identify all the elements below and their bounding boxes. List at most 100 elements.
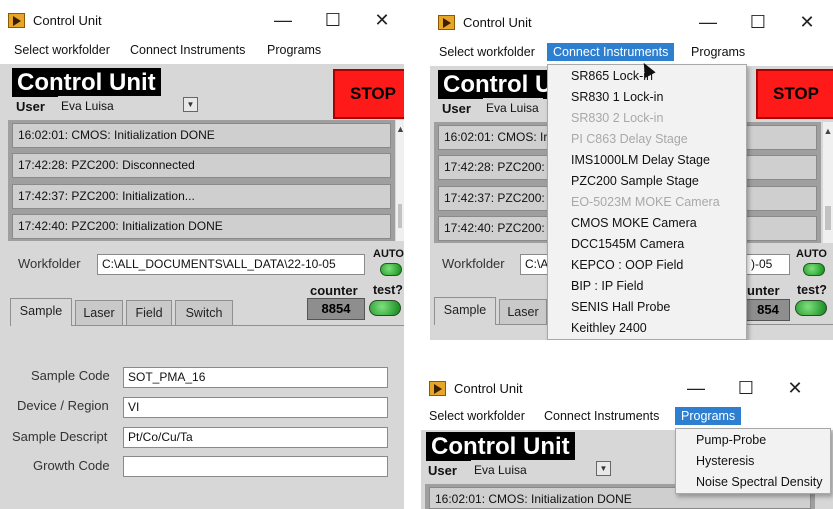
counter-label: unter [747, 283, 780, 298]
tab-field[interactable]: Field [126, 300, 172, 326]
menu-select-workfolder[interactable]: Select workfolder [10, 43, 114, 57]
menu-bar: Select workfolder Connect Instruments Pr… [430, 40, 833, 66]
test-label: test? [797, 283, 827, 297]
maximize-icon[interactable]: ☐ [743, 10, 773, 34]
menu-item-eo5023m: EO-5023M MOKE Camera [571, 195, 720, 209]
workfolder-label: Workfolder [18, 256, 81, 271]
programs-menu: Pump-Probe Hysteresis Noise Spectral Den… [675, 428, 831, 494]
auto-led-indicator[interactable] [380, 263, 402, 276]
device-region-field[interactable]: VI [123, 397, 388, 418]
maximize-icon[interactable]: ☐ [731, 376, 761, 400]
tab-laser[interactable]: Laser [75, 300, 123, 326]
counter-label: counter [310, 283, 358, 298]
workfolder-label: Workfolder [442, 256, 505, 271]
close-icon[interactable]: ✕ [792, 10, 822, 34]
menu-item-noise-spectral-density[interactable]: Noise Spectral Density [696, 475, 822, 489]
log-list: 16:02:01: CMOS: Initialization DONE 17:4… [8, 120, 395, 241]
menu-item-sr830-2: SR830 2 Lock-in [571, 111, 664, 125]
menu-connect-instruments[interactable]: Connect Instruments [540, 409, 663, 423]
panel-title: Control Unit [426, 432, 575, 461]
test-toggle[interactable] [369, 300, 401, 316]
menu-select-workfolder[interactable]: Select workfolder [425, 409, 529, 423]
minimize-icon[interactable]: — [268, 8, 298, 32]
panel-title: Control Unit [12, 68, 161, 97]
tab-switch[interactable]: Switch [175, 300, 233, 326]
auto-label: AUTO [373, 248, 404, 260]
menu-item-hysteresis[interactable]: Hysteresis [696, 454, 754, 468]
menu-item-senis[interactable]: SENIS Hall Probe [571, 300, 670, 314]
menu-item-ims1000lm[interactable]: IMS1000LM Delay Stage [571, 153, 710, 167]
stop-button[interactable]: STOP [756, 69, 833, 119]
scroll-up-icon[interactable]: ▲ [823, 126, 833, 136]
user-field[interactable]: Eva Luisa [58, 96, 178, 116]
window-title: Control Unit [33, 13, 102, 28]
sample-code-label: Sample Code [31, 368, 110, 383]
menu-bar: Select workfolder Connect Instruments Pr… [421, 406, 833, 430]
counter-value: 854 [746, 299, 790, 321]
labview-app-icon [8, 13, 25, 28]
menu-item-pzc200[interactable]: PZC200 Sample Stage [571, 174, 699, 188]
tab-laser[interactable]: Laser [499, 299, 547, 325]
auto-led-indicator[interactable] [803, 263, 825, 276]
menu-programs[interactable]: Programs [263, 43, 325, 57]
sample-descript-field[interactable]: Pt/Co/Cu/Ta [123, 427, 388, 448]
control-unit-window-connect: Control Unit — ☐ ✕ Select workfolder Con… [430, 2, 833, 340]
connect-instruments-menu: SR865 Lock-in SR830 1 Lock-in SR830 2 Lo… [547, 64, 747, 340]
test-label: test? [373, 283, 403, 297]
tab-sample[interactable]: Sample [10, 298, 72, 326]
menu-item-kepco[interactable]: KEPCO : OOP Field [571, 258, 683, 272]
menu-item-pi-c863: PI C863 Delay Stage [571, 132, 688, 146]
window-title: Control Unit [463, 15, 532, 30]
sample-descript-label: Sample Descript [12, 429, 108, 444]
user-dropdown-icon[interactable]: ▼ [183, 97, 198, 112]
sample-code-field[interactable]: SOT_PMA_16 [123, 367, 388, 388]
menu-connect-instruments[interactable]: Connect Instruments [126, 43, 249, 57]
menu-item-sr830-1[interactable]: SR830 1 Lock-in [571, 90, 663, 104]
minimize-icon[interactable]: — [693, 10, 723, 34]
user-field[interactable]: Eva Luisa [471, 460, 591, 480]
menu-item-dcc1545m[interactable]: DCC1545M Camera [571, 237, 684, 251]
log-scrollbar[interactable]: ▲ [396, 120, 404, 241]
labview-app-icon [429, 381, 446, 396]
workfolder-field-tail[interactable]: )-05 [746, 254, 790, 275]
title-bar: Control Unit — ☐ ✕ [421, 370, 833, 406]
stop-button[interactable]: STOP [333, 69, 404, 119]
maximize-icon[interactable]: ☐ [318, 8, 348, 32]
user-dropdown-icon[interactable]: ▼ [596, 461, 611, 476]
user-label: User [442, 101, 471, 116]
control-unit-window-left: Control Unit — ☐ ✕ Select workfolder Con… [0, 0, 404, 509]
close-icon[interactable]: ✕ [367, 8, 397, 32]
menu-programs[interactable]: Programs [687, 45, 749, 59]
close-icon[interactable]: ✕ [780, 376, 810, 400]
growth-code-field[interactable] [123, 456, 388, 477]
menu-programs[interactable]: Programs [675, 407, 742, 425]
menu-item-pump-probe[interactable]: Pump-Probe [696, 433, 766, 447]
device-region-label: Device / Region [17, 398, 109, 413]
menu-select-workfolder[interactable]: Select workfolder [435, 45, 539, 59]
tab-sample[interactable]: Sample [434, 297, 496, 325]
menu-item-cmos-moke[interactable]: CMOS MOKE Camera [571, 216, 697, 230]
log-scrollbar[interactable]: ▲ [823, 122, 833, 243]
workfolder-field[interactable]: C:\ALL_DOCUMENTS\ALL_DATA\22-10-05 [97, 254, 365, 275]
menu-item-keithley[interactable]: Keithley 2400 [571, 321, 647, 335]
log-entry: 17:42:40: PZC200: Initialization DONE [12, 214, 391, 239]
test-toggle[interactable] [795, 300, 827, 316]
log-entry: 16:02:01: CMOS: Initialization DONE [12, 123, 391, 148]
window-title: Control Unit [454, 381, 523, 396]
growth-code-label: Growth Code [33, 458, 110, 473]
minimize-icon[interactable]: — [681, 376, 711, 400]
menu-item-bip[interactable]: BIP : IP Field [571, 279, 644, 293]
title-bar: Control Unit — ☐ ✕ [430, 2, 833, 40]
title-bar: Control Unit — ☐ ✕ [0, 0, 404, 38]
scrollbar-thumb[interactable] [825, 206, 831, 230]
log-entry: 17:42:37: PZC200: Initialization... [12, 184, 391, 209]
control-unit-window-programs: Control Unit — ☐ ✕ Select workfolder Con… [421, 370, 833, 509]
auto-label: AUTO [796, 248, 827, 260]
menu-connect-instruments[interactable]: Connect Instruments [547, 43, 675, 61]
labview-app-icon [438, 15, 455, 30]
menu-bar: Select workfolder Connect Instruments Pr… [0, 38, 404, 64]
user-label: User [16, 99, 45, 114]
scroll-up-icon[interactable]: ▲ [396, 124, 404, 134]
user-field[interactable]: Eva Luisa [483, 98, 543, 118]
scrollbar-thumb[interactable] [398, 204, 402, 228]
